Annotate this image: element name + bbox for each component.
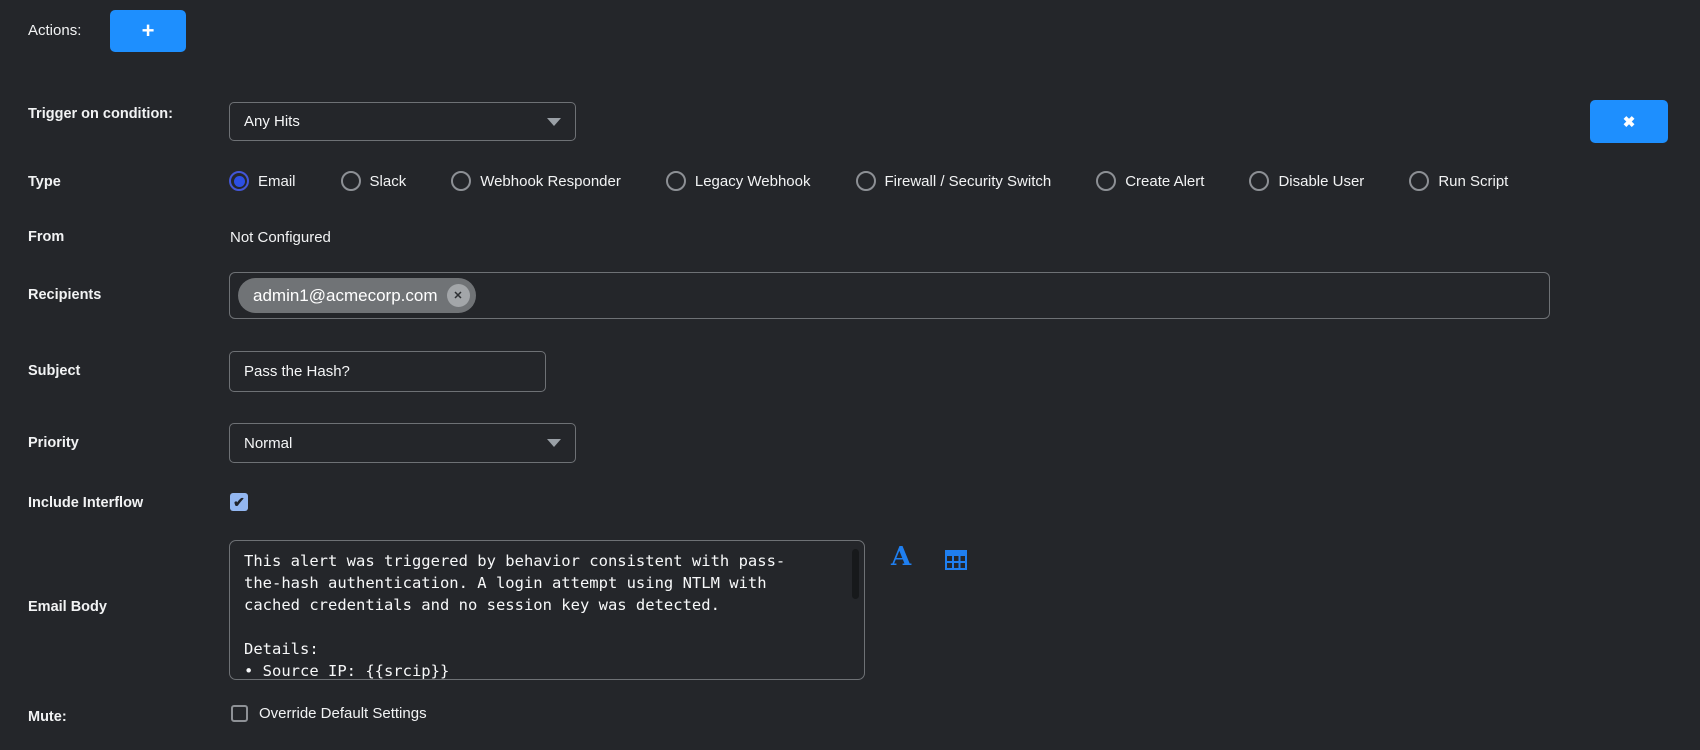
type-option-create-alert[interactable]: Create Alert xyxy=(1096,171,1204,191)
type-option-run-script[interactable]: Run Script xyxy=(1409,171,1508,191)
radio-icon xyxy=(1096,171,1116,191)
priority-value: Normal xyxy=(244,435,292,452)
checkmark-icon: ✔ xyxy=(233,494,245,511)
trigger-condition-select[interactable]: Any Hits xyxy=(229,102,576,141)
override-default-settings-label: Override Default Settings xyxy=(259,705,427,722)
type-option-label: Run Script xyxy=(1438,173,1508,190)
email-body-textarea[interactable]: This alert was triggered by behavior con… xyxy=(229,540,865,680)
plus-icon: + xyxy=(142,18,155,44)
radio-icon xyxy=(856,171,876,191)
radio-selected-icon xyxy=(229,171,249,191)
from-value: Not Configured xyxy=(230,229,331,246)
recipients-input[interactable]: admin1@acmecorp.com ✕ xyxy=(229,272,1550,319)
remove-action-button[interactable]: ✖ xyxy=(1590,100,1668,143)
type-option-label: Disable User xyxy=(1278,173,1364,190)
radio-icon xyxy=(666,171,686,191)
radio-icon xyxy=(1409,171,1429,191)
radio-icon xyxy=(1249,171,1269,191)
type-radio-group: Email Slack Webhook Responder Legacy Webhoo… xyxy=(229,171,1508,191)
trigger-condition-label: Trigger on condition: xyxy=(28,106,173,122)
recipients-label: Recipients xyxy=(28,287,101,303)
remove-recipient-icon[interactable]: ✕ xyxy=(447,284,470,307)
from-label: From xyxy=(28,229,64,245)
subject-input[interactable]: Pass the Hash? xyxy=(229,351,546,392)
type-option-label: Legacy Webhook xyxy=(695,173,811,190)
subject-value: Pass the Hash? xyxy=(244,363,350,380)
recipient-chip: admin1@acmecorp.com ✕ xyxy=(238,278,476,313)
subject-label: Subject xyxy=(28,363,80,379)
email-body-text: This alert was triggered by behavior con… xyxy=(230,541,864,680)
type-label: Type xyxy=(28,174,61,190)
type-option-webhook-responder[interactable]: Webhook Responder xyxy=(451,171,621,191)
type-option-label: Webhook Responder xyxy=(480,173,621,190)
type-option-disable-user[interactable]: Disable User xyxy=(1249,171,1364,191)
type-option-slack[interactable]: Slack xyxy=(341,171,407,191)
font-format-icon[interactable]: A xyxy=(891,544,911,570)
type-option-label: Firewall / Security Switch xyxy=(885,173,1052,190)
chevron-down-icon xyxy=(547,439,561,447)
add-action-button[interactable]: + xyxy=(110,10,186,52)
type-option-email[interactable]: Email xyxy=(229,171,296,191)
radio-icon xyxy=(451,171,471,191)
table-grid-glyph xyxy=(945,550,967,570)
priority-label: Priority xyxy=(28,435,79,451)
type-option-legacy-webhook[interactable]: Legacy Webhook xyxy=(666,171,811,191)
include-interflow-label: Include Interflow xyxy=(28,495,143,511)
close-icon: ✖ xyxy=(1623,113,1636,131)
type-option-label: Create Alert xyxy=(1125,173,1204,190)
mute-override-option[interactable]: Override Default Settings xyxy=(231,705,427,722)
scrollbar-thumb[interactable] xyxy=(852,549,859,599)
override-default-settings-checkbox[interactable] xyxy=(231,705,248,722)
radio-icon xyxy=(341,171,361,191)
chevron-down-icon xyxy=(547,118,561,126)
mute-label: Mute: xyxy=(28,709,67,725)
insert-table-icon[interactable] xyxy=(945,550,967,575)
include-interflow-checkbox[interactable]: ✔ xyxy=(230,493,248,511)
type-option-label: Slack xyxy=(370,173,407,190)
priority-select[interactable]: Normal xyxy=(229,423,576,463)
trigger-condition-value: Any Hits xyxy=(244,113,300,130)
type-option-firewall-security-switch[interactable]: Firewall / Security Switch xyxy=(856,171,1052,191)
type-option-label: Email xyxy=(258,173,296,190)
actions-label: Actions: xyxy=(28,22,81,39)
recipient-email: admin1@acmecorp.com xyxy=(253,286,438,306)
email-body-label: Email Body xyxy=(28,599,107,615)
